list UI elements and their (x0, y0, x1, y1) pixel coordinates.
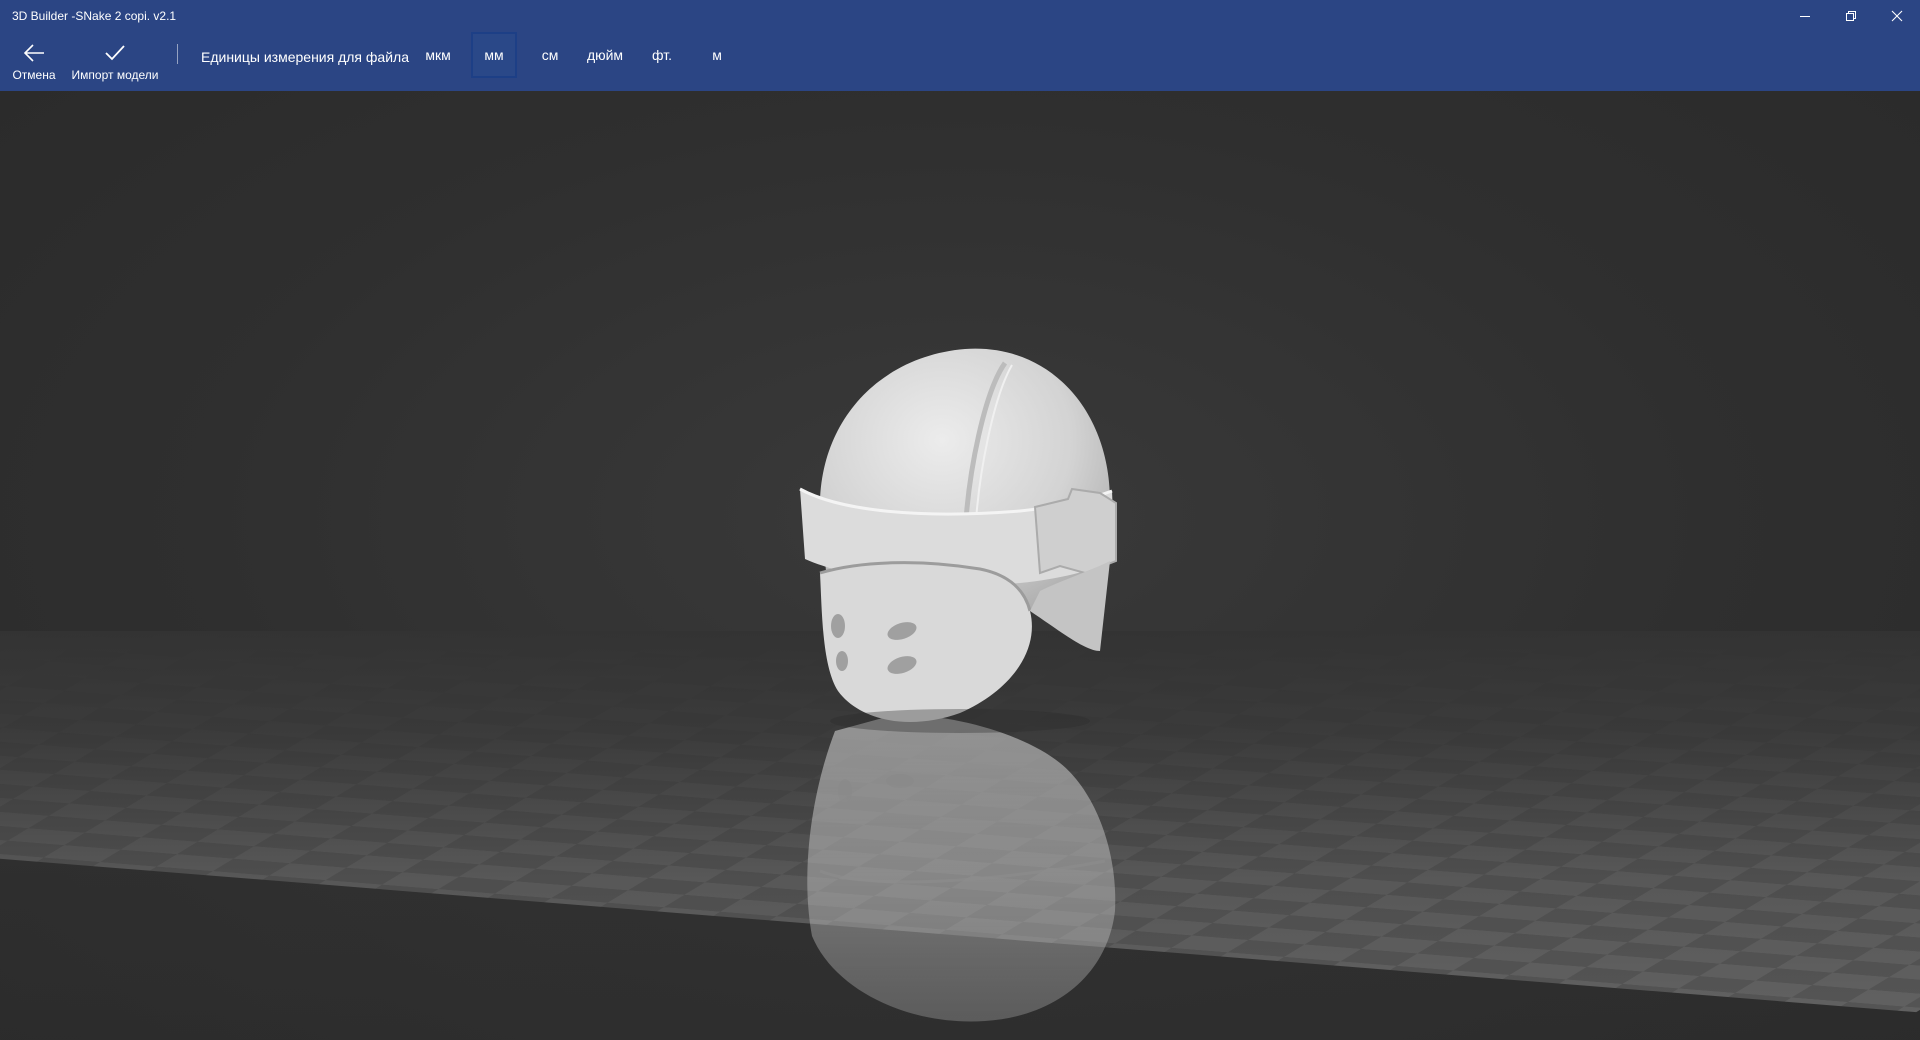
cancel-button[interactable]: Отмена (10, 42, 58, 88)
cancel-label: Отмена (12, 68, 56, 82)
unit-button-um[interactable]: мкм (415, 32, 461, 78)
scene (0, 348, 1920, 1040)
3d-viewport[interactable] (0, 91, 1920, 1040)
title-bar: 3D Builder -SNake 2 copi. v2.1 (0, 0, 1920, 32)
unit-button-m[interactable]: м (694, 32, 740, 78)
import-model-button[interactable]: Импорт модели (70, 42, 160, 88)
unit-button-mm[interactable]: мм (471, 32, 517, 78)
restore-icon (1846, 11, 1856, 21)
toolbar: Отмена Импорт модели Единицы измерения д… (0, 32, 1920, 91)
unit-button-ft[interactable]: фт. (639, 32, 685, 78)
unit-button-cm[interactable]: см (527, 32, 573, 78)
restore-button[interactable] (1828, 0, 1874, 32)
app-window: 3D Builder -SNake 2 copi. v2.1 Отмена Им… (0, 0, 1920, 1040)
toolbar-divider (177, 44, 178, 64)
checkmark-icon (103, 42, 127, 64)
minimize-button[interactable] (1782, 0, 1828, 32)
import-model-label: Импорт модели (71, 68, 159, 82)
window-controls (1782, 0, 1920, 32)
arrow-left-icon (22, 42, 46, 64)
unit-button-inch[interactable]: дюйм (582, 32, 628, 78)
minimize-icon (1800, 16, 1810, 17)
close-button[interactable] (1874, 0, 1920, 32)
units-label: Единицы измерения для файла (201, 49, 409, 65)
app-title: 3D Builder -SNake 2 copi. v2.1 (12, 9, 177, 23)
close-icon (1891, 10, 1903, 22)
